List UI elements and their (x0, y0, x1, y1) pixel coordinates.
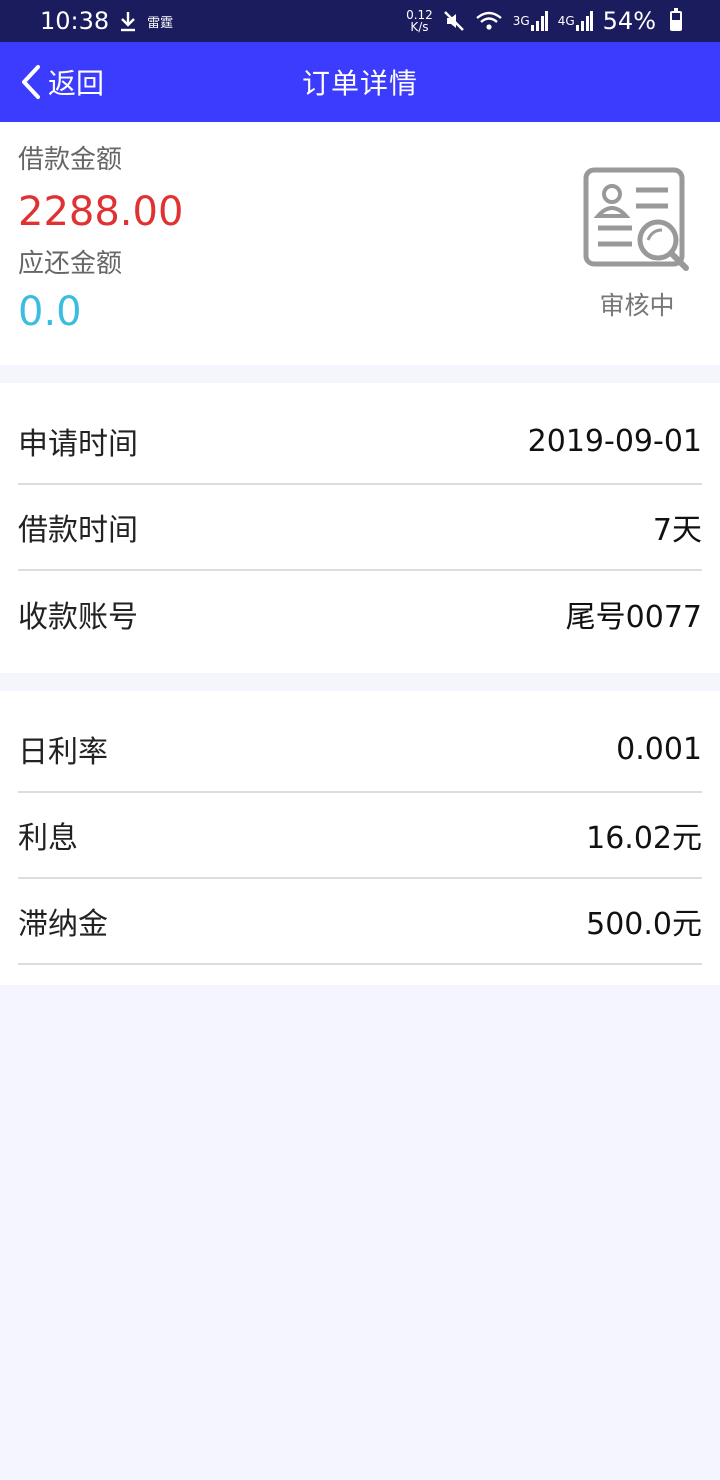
detail-row: 借款时间 7天 (18, 485, 702, 571)
wifi-icon (475, 10, 503, 32)
review-document-icon (583, 167, 689, 271)
signal-3g-label: 3G (512, 14, 530, 28)
detail-label: 收款账号 (18, 600, 138, 635)
fee-row: 利息 16.02元 (18, 793, 702, 879)
detail-label: 申请时间 (18, 427, 138, 462)
detail-value: 尾号0077 (565, 600, 702, 635)
signal-icon: 3G (513, 11, 548, 31)
detail-value: 7天 (652, 513, 702, 548)
nav-bar: 返回 订单详情 (0, 42, 720, 122)
detail-label: 借款时间 (18, 513, 138, 548)
clock: 10:38 (40, 7, 110, 35)
notification-app-label: 雷霆 (147, 15, 174, 31)
detail-row: 申请时间 2019-09-01 (18, 399, 702, 485)
review-status: 审核中 (582, 166, 692, 322)
fee-label: 利息 (18, 821, 78, 856)
back-label: 返回 (48, 67, 105, 100)
fee-row: 滞纳金 500.0元 (18, 879, 702, 965)
detail-value: 2019-09-01 (527, 423, 702, 459)
net-speed-unit: K/s (410, 20, 429, 34)
fees-section: 日利率 0.001 利息 16.02元 滞纳金 500.0元 (0, 691, 720, 985)
fee-value: 16.02元 (586, 821, 702, 856)
fee-row: 日利率 0.001 (18, 707, 702, 793)
fee-label: 滞纳金 (18, 907, 108, 942)
battery-icon (670, 8, 682, 31)
battery-percent: 54% (602, 7, 656, 35)
fee-value: 500.0元 (586, 907, 702, 942)
net-speed: 0.12 K/s (406, 9, 433, 33)
page-title: 订单详情 (301, 67, 418, 100)
loan-summary-card: 借款金额 2288.00 应还金额 0.0 审核中 (0, 122, 720, 365)
back-button[interactable]: 返回 (18, 42, 104, 122)
signal-icon: 4G (558, 11, 593, 31)
signal-4g-label: 4G (557, 14, 575, 28)
back-chevron-icon (22, 65, 40, 99)
status-label: 审核中 (599, 291, 675, 320)
order-details-section: 申请时间 2019-09-01 借款时间 7天 收款账号 尾号0077 (0, 383, 720, 673)
status-bar: 10:38 雷霆 0.12 K/s 3G 4G 54% (0, 0, 720, 42)
fee-value: 0.001 (616, 731, 702, 767)
download-icon (119, 10, 137, 32)
mute-icon (443, 10, 465, 32)
detail-row: 收款账号 尾号0077 (18, 571, 702, 657)
fee-label: 日利率 (18, 735, 108, 770)
